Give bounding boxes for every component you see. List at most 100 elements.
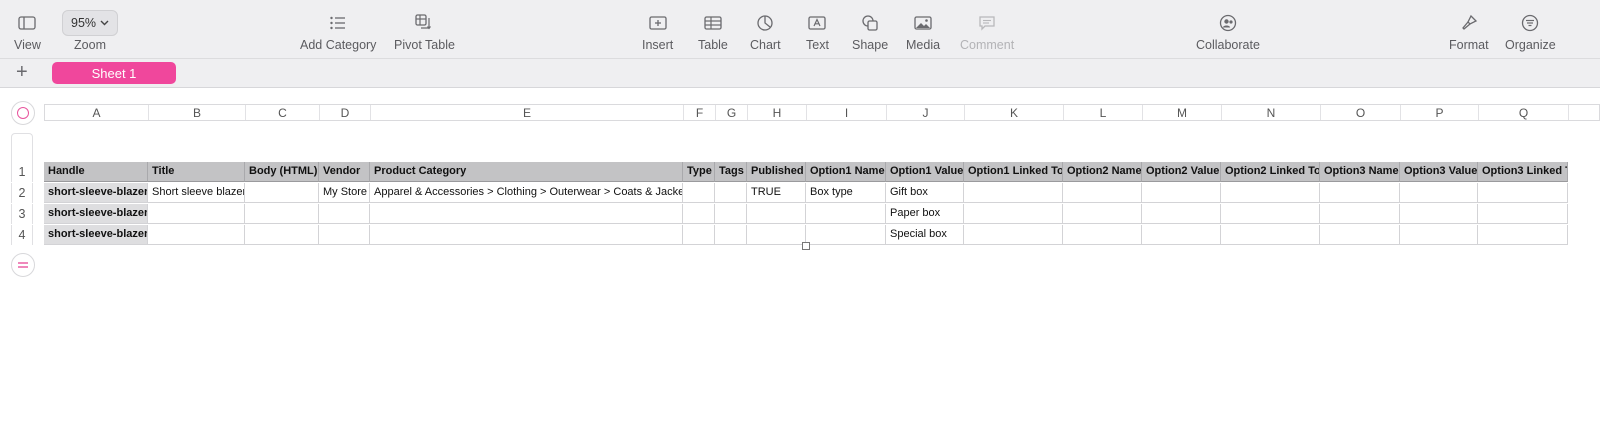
table-header-cell[interactable]: Option2 Value — [1142, 162, 1221, 182]
pivot-table-button[interactable]: Pivot Table — [394, 10, 455, 52]
zoom-select[interactable]: 95% — [62, 10, 119, 36]
table-cell[interactable] — [747, 204, 806, 224]
chart-button[interactable]: Chart — [750, 10, 781, 52]
table-cell[interactable] — [1142, 225, 1221, 245]
column-header-m[interactable]: M — [1143, 105, 1222, 120]
table-cell[interactable]: Short sleeve blazer — [148, 183, 245, 203]
column-header-q[interactable]: Q — [1479, 105, 1569, 120]
table-cell[interactable] — [148, 225, 245, 245]
table-header-cell[interactable]: Body (HTML) — [245, 162, 319, 182]
column-header-p[interactable]: P — [1401, 105, 1479, 120]
table-cell[interactable] — [1320, 204, 1400, 224]
table-cell[interactable] — [319, 225, 370, 245]
table-header-cell[interactable]: Title — [148, 162, 245, 182]
table-cell[interactable] — [1142, 204, 1221, 224]
table-header-cell[interactable]: Option1 Linked To — [964, 162, 1063, 182]
table-cell[interactable] — [1400, 204, 1478, 224]
row-header-2[interactable]: 2 — [11, 183, 33, 203]
table-cell[interactable] — [1063, 225, 1142, 245]
table-cell[interactable]: Paper box — [886, 204, 964, 224]
table-header-cell[interactable]: Product Category — [370, 162, 683, 182]
table-cell[interactable] — [1320, 225, 1400, 245]
column-header-n[interactable]: N — [1222, 105, 1321, 120]
table-cell[interactable] — [1400, 225, 1478, 245]
column-header-o[interactable]: O — [1321, 105, 1401, 120]
table-cell[interactable] — [1478, 183, 1568, 203]
zoom-control[interactable]: 95% Zoom — [62, 10, 119, 52]
table-cell[interactable]: My Store — [319, 183, 370, 203]
text-button[interactable]: Text — [806, 10, 829, 52]
collaborate-button[interactable]: Collaborate — [1196, 10, 1260, 52]
select-table-button[interactable] — [11, 101, 35, 125]
table-cell[interactable]: TRUE — [747, 183, 806, 203]
table-cell[interactable] — [683, 183, 715, 203]
table-header-cell[interactable]: Option1 Name — [806, 162, 886, 182]
column-header-j[interactable]: J — [887, 105, 965, 120]
add-category-button[interactable]: Add Category — [300, 10, 376, 52]
insert-button[interactable]: Insert — [642, 10, 673, 52]
table-cell[interactable] — [683, 225, 715, 245]
table-cell[interactable] — [1142, 183, 1221, 203]
table-header-cell[interactable]: Option1 Value — [886, 162, 964, 182]
column-header-g[interactable]: G — [716, 105, 748, 120]
view-button[interactable]: View — [14, 10, 41, 52]
table-cell[interactable] — [1478, 225, 1568, 245]
table-cell[interactable] — [245, 225, 319, 245]
table-cell[interactable] — [370, 204, 683, 224]
table-cell[interactable]: Box type — [806, 183, 886, 203]
table-button[interactable]: Table — [698, 10, 728, 52]
column-header-a[interactable]: A — [45, 105, 149, 120]
media-button[interactable]: Media — [906, 10, 940, 52]
column-header-l[interactable]: L — [1064, 105, 1143, 120]
add-row-button[interactable] — [11, 253, 35, 277]
column-header-c[interactable]: C — [246, 105, 320, 120]
table-cell[interactable]: Apparel & Accessories > Clothing > Outer… — [370, 183, 683, 203]
table-cell[interactable] — [715, 225, 747, 245]
table-cell[interactable] — [1221, 204, 1320, 224]
table-header-cell[interactable]: Tags — [715, 162, 747, 182]
table-cell[interactable]: Special box — [886, 225, 964, 245]
format-button[interactable]: Format — [1449, 10, 1489, 52]
table-cell[interactable]: short-sleeve-blazer — [44, 204, 148, 224]
comment-button[interactable]: Comment — [960, 10, 1014, 52]
table-cell[interactable]: short-sleeve-blazer — [44, 225, 148, 245]
column-header-k[interactable]: K — [965, 105, 1064, 120]
table-cell[interactable] — [1478, 204, 1568, 224]
table-cell[interactable] — [1221, 225, 1320, 245]
table-cell[interactable] — [806, 204, 886, 224]
table-cell[interactable] — [683, 204, 715, 224]
table-cell[interactable] — [148, 204, 245, 224]
column-header-d[interactable]: D — [320, 105, 371, 120]
column-header-i[interactable]: I — [807, 105, 887, 120]
column-header-h[interactable]: H — [748, 105, 807, 120]
table-header-cell[interactable]: Vendor — [319, 162, 370, 182]
table-header-cell[interactable]: Option3 Value — [1400, 162, 1478, 182]
table-header-cell[interactable]: Option2 Linked To — [1221, 162, 1320, 182]
column-header-b[interactable]: B — [149, 105, 246, 120]
table-cell[interactable] — [1221, 183, 1320, 203]
column-header-e[interactable]: E — [371, 105, 684, 120]
row-header-1[interactable]: 1 — [11, 162, 33, 182]
table-cell[interactable] — [319, 204, 370, 224]
table-header-cell[interactable]: Option3 Linked To — [1478, 162, 1568, 182]
table-cell[interactable] — [715, 204, 747, 224]
tab-sheet-1[interactable]: Sheet 1 — [52, 62, 176, 84]
column-header-f[interactable]: F — [684, 105, 716, 120]
table-cell[interactable] — [370, 225, 683, 245]
row-header-3[interactable]: 3 — [11, 204, 33, 224]
table-resize-handle[interactable] — [802, 242, 810, 250]
table-cell[interactable] — [1063, 204, 1142, 224]
table-header-cell[interactable]: Option2 Name — [1063, 162, 1142, 182]
row-header-4[interactable]: 4 — [11, 225, 33, 245]
table-cell[interactable] — [747, 225, 806, 245]
table-cell[interactable]: short-sleeve-blazer — [44, 183, 148, 203]
table-cell[interactable] — [806, 225, 886, 245]
table-cell[interactable] — [245, 183, 319, 203]
table-cell[interactable] — [1063, 183, 1142, 203]
table-cell[interactable] — [1400, 183, 1478, 203]
table-header-cell[interactable]: Type — [683, 162, 715, 182]
table-cell[interactable] — [964, 183, 1063, 203]
table-header-cell[interactable]: Option3 Name — [1320, 162, 1400, 182]
table-cell[interactable]: Gift box — [886, 183, 964, 203]
table-header-cell[interactable]: Handle — [44, 162, 148, 182]
